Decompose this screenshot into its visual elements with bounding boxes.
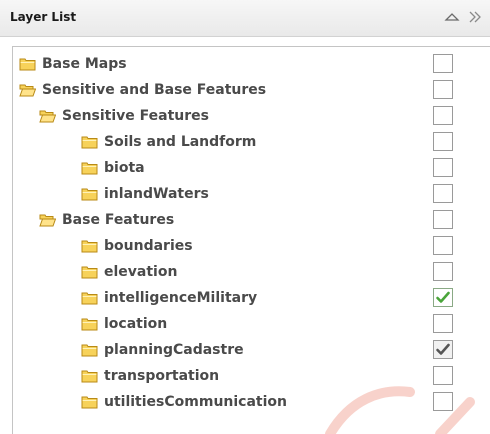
layer-visibility-checkbox[interactable] <box>433 54 453 73</box>
layer-visibility-checkbox[interactable] <box>433 184 453 203</box>
layer-row[interactable]: Base Maps <box>13 51 490 77</box>
panel-header: Layer List <box>0 0 490 37</box>
layer-label: Sensitive Features <box>62 108 209 124</box>
folder-icon <box>81 316 98 331</box>
layer-visibility-checkbox[interactable] <box>433 132 453 151</box>
layer-label: elevation <box>104 264 178 280</box>
folder-icon <box>81 264 98 279</box>
layer-row[interactable]: boundaries <box>13 233 490 259</box>
layer-label: Soils and Landform <box>104 134 257 150</box>
folder-icon <box>81 186 98 201</box>
folder-icon <box>81 342 98 357</box>
layer-row[interactable]: Base Features <box>13 207 490 233</box>
folder-icon <box>19 56 36 71</box>
folder-icon <box>81 238 98 253</box>
folder-icon <box>81 394 98 409</box>
folder-open-icon <box>19 82 37 97</box>
layer-label: Base Maps <box>42 56 127 72</box>
folder-open-icon <box>39 212 57 227</box>
layer-row[interactable]: location <box>13 311 490 337</box>
layer-label: boundaries <box>104 238 193 254</box>
layer-label: intelligenceMilitary <box>104 290 258 306</box>
layer-visibility-checkbox[interactable] <box>433 262 453 281</box>
expand-right-icon[interactable] <box>466 7 486 27</box>
layer-list-panel: Layer List Base Maps Sensitive and Base F… <box>0 0 490 434</box>
layer-tree: Base Maps Sensitive and Base Features Sens… <box>12 46 490 434</box>
layer-row[interactable]: Sensitive and Base Features <box>13 77 490 103</box>
layer-row[interactable]: Sensitive Features <box>13 103 490 129</box>
layer-visibility-checkbox[interactable] <box>433 80 453 99</box>
layer-row[interactable]: planningCadastre <box>13 337 490 363</box>
folder-icon <box>81 160 98 175</box>
collapse-up-icon[interactable] <box>442 7 462 27</box>
folder-icon <box>81 134 98 149</box>
layer-visibility-checkbox[interactable] <box>433 340 453 359</box>
layer-label: Sensitive and Base Features <box>42 82 267 98</box>
layer-visibility-checkbox[interactable] <box>433 288 453 307</box>
layer-visibility-checkbox[interactable] <box>433 158 453 177</box>
layer-visibility-checkbox[interactable] <box>433 392 453 411</box>
layer-label: transportation <box>104 368 220 384</box>
layer-label: biota <box>104 160 145 176</box>
layer-row[interactable]: elevation <box>13 259 490 285</box>
layer-row[interactable]: Soils and Landform <box>13 129 490 155</box>
panel-title: Layer List <box>10 10 77 24</box>
layer-row[interactable]: utilitiesCommunication <box>13 389 490 415</box>
layer-row[interactable]: inlandWaters <box>13 181 490 207</box>
layer-visibility-checkbox[interactable] <box>433 314 453 333</box>
folder-open-icon <box>39 108 57 123</box>
folder-icon <box>81 368 98 383</box>
layer-visibility-checkbox[interactable] <box>433 236 453 255</box>
layer-visibility-checkbox[interactable] <box>433 210 453 229</box>
layer-label: location <box>104 316 168 332</box>
layer-label: Base Features <box>62 212 175 228</box>
layer-visibility-checkbox[interactable] <box>433 106 453 125</box>
layer-row[interactable]: biota <box>13 155 490 181</box>
layer-label: planningCadastre <box>104 342 244 358</box>
layer-visibility-checkbox[interactable] <box>433 366 453 385</box>
layer-label: utilitiesCommunication <box>104 394 287 410</box>
layer-label: inlandWaters <box>104 186 209 202</box>
layer-row[interactable]: intelligenceMilitary <box>13 285 490 311</box>
folder-icon <box>81 290 98 305</box>
layer-row[interactable]: transportation <box>13 363 490 389</box>
